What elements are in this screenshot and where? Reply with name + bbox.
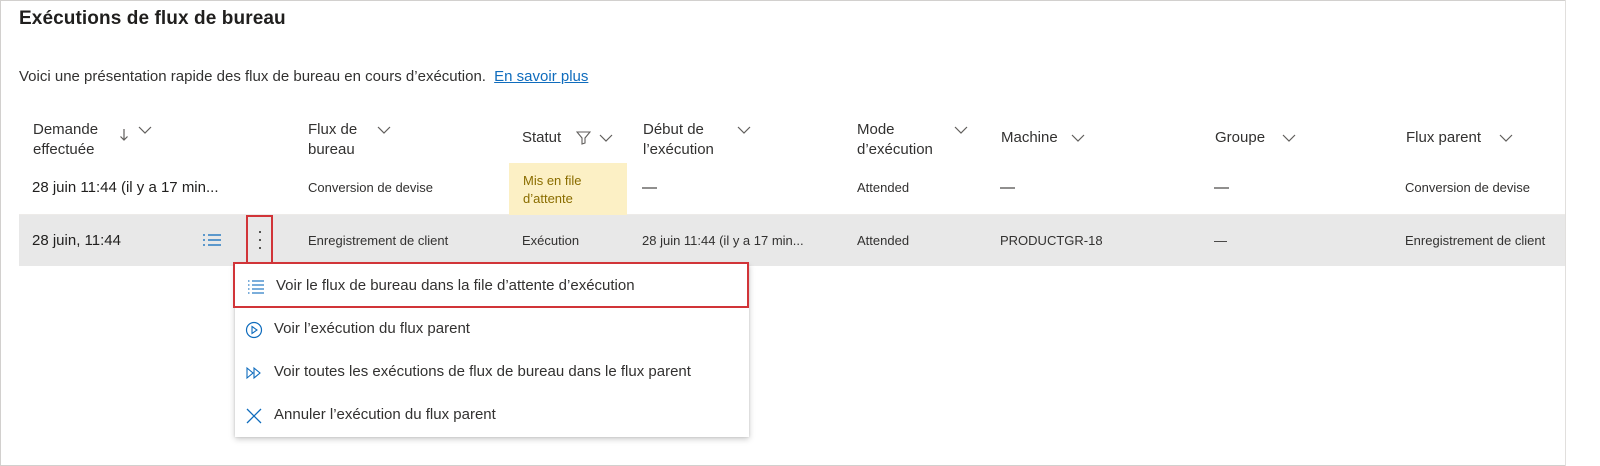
more-options-button[interactable] xyxy=(246,215,273,265)
menu-item-label: Voir toutes les exécutions de flux de bu… xyxy=(274,363,691,380)
column-header-requested-line2: effectuée xyxy=(33,141,95,158)
column-header-machine-label: Machine xyxy=(1001,129,1058,146)
chevron-down-icon[interactable] xyxy=(598,132,614,144)
table-row[interactable]: 28 juin 11:44 (il y a 17 min... Conversi… xyxy=(19,163,1600,215)
play-circle-icon xyxy=(245,321,263,339)
column-header-mode-line1: Mode xyxy=(857,121,895,138)
scrollbar-track[interactable] xyxy=(1565,0,1600,466)
cell-machine: — xyxy=(1000,179,1015,196)
chevron-down-icon[interactable] xyxy=(1281,132,1297,144)
cell-start: 28 juin 11:44 (il y a 17 min... xyxy=(642,233,804,248)
cell-group: — xyxy=(1214,179,1229,196)
menu-item-view-all-runs[interactable]: Voir toutes les exécutions de flux de bu… xyxy=(235,351,749,394)
page-description: Voici une présentation rapide des flux d… xyxy=(19,68,588,85)
column-header-status[interactable]: Statut xyxy=(522,128,613,148)
cell-requested: 28 juin 11:44 (il y a 17 min... xyxy=(32,179,219,196)
menu-item-view-in-queue[interactable]: Voir le flux de bureau dans la file d’at… xyxy=(233,262,749,308)
close-icon xyxy=(246,408,262,424)
status-line2: d’attente xyxy=(523,191,573,206)
column-header-start-line2: l’exécution xyxy=(643,141,714,158)
cell-group: — xyxy=(1214,233,1227,248)
more-vertical-icon xyxy=(259,231,261,251)
column-header-start-line1: Début de xyxy=(643,121,704,138)
menu-item-label: Voir le flux de bureau dans la file d’at… xyxy=(276,277,635,294)
menu-item-view-parent-run[interactable]: Voir l’exécution du flux parent xyxy=(235,308,749,351)
cell-flow[interactable]: Enregistrement de client xyxy=(308,233,448,248)
fast-forward-icon xyxy=(246,366,261,380)
chevron-down-icon[interactable] xyxy=(953,124,969,136)
cell-mode: Attended xyxy=(857,233,910,248)
column-header-requested-line1: Demande xyxy=(33,121,99,138)
menu-item-cancel-parent-run[interactable]: Annuler l’exécution du flux parent xyxy=(235,394,749,437)
page-title: Exécutions de flux de bureau xyxy=(19,8,286,29)
chevron-down-icon[interactable] xyxy=(137,124,153,136)
column-header-start[interactable]: Début de l’exécution xyxy=(643,120,751,160)
cell-flow[interactable]: Conversion de devise xyxy=(308,180,433,195)
chevron-down-icon[interactable] xyxy=(376,124,392,136)
learn-more-link[interactable]: En savoir plus xyxy=(494,68,588,85)
cell-status: Exécution xyxy=(522,233,580,248)
chevron-down-icon[interactable] xyxy=(1070,132,1086,144)
menu-item-label: Annuler l’exécution du flux parent xyxy=(274,406,496,423)
column-header-mode[interactable]: Mode d’exécution xyxy=(857,120,968,160)
sort-descending-icon[interactable] xyxy=(119,128,129,142)
column-header-status-label: Statut xyxy=(522,129,562,146)
column-header-requested[interactable]: Demande effectuée xyxy=(33,120,152,160)
column-header-parent-label: Flux parent xyxy=(1406,129,1482,146)
table-row-selected[interactable]: 28 juin, 11:44 Enregistrement de client … xyxy=(19,215,1600,266)
cell-parent[interactable]: Conversion de devise xyxy=(1405,180,1530,195)
status-line1: Mis en file xyxy=(523,173,582,188)
chevron-down-icon[interactable] xyxy=(736,124,752,136)
cell-start: — xyxy=(642,179,657,196)
column-header-group[interactable]: Groupe xyxy=(1215,128,1296,148)
menu-item-label: Voir l’exécution du flux parent xyxy=(274,320,470,337)
column-header-group-label: Groupe xyxy=(1215,129,1266,146)
filter-icon[interactable] xyxy=(576,131,591,145)
cell-parent[interactable]: Enregistrement de client xyxy=(1405,233,1545,248)
column-header-mode-line2: d’exécution xyxy=(857,141,933,158)
cell-mode: Attended xyxy=(857,180,910,195)
cell-machine: PRODUCTGR-18 xyxy=(1000,233,1103,248)
column-header-flow-line2: bureau xyxy=(308,141,355,158)
queue-list-icon xyxy=(248,280,264,294)
column-header-flow-line1: Flux de xyxy=(308,121,358,138)
cell-requested: 28 juin, 11:44 xyxy=(32,232,121,249)
status-badge-queued: Mis en file d’attente xyxy=(509,163,627,215)
description-text: Voici une présentation rapide des flux d… xyxy=(19,68,486,85)
column-header-parent[interactable]: Flux parent xyxy=(1406,128,1513,148)
column-header-machine[interactable]: Machine xyxy=(1001,128,1085,148)
chevron-down-icon[interactable] xyxy=(1498,132,1514,144)
queue-list-icon[interactable] xyxy=(202,232,222,248)
column-header-flow[interactable]: Flux de bureau xyxy=(308,120,391,160)
context-menu: Voir le flux de bureau dans la file d’at… xyxy=(233,262,749,437)
